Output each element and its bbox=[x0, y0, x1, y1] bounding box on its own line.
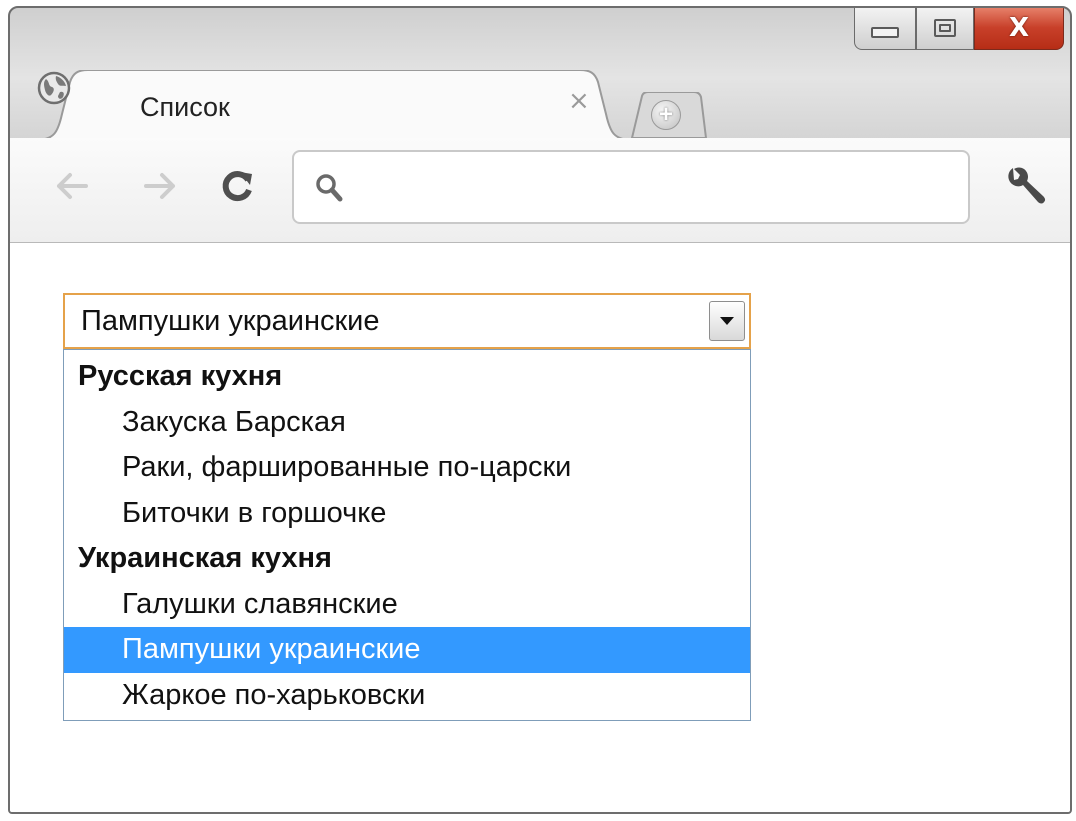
optgroup-label: Русская кухня bbox=[78, 360, 283, 392]
optgroup-label: Украинская кухня bbox=[78, 542, 332, 574]
back-arrow-icon bbox=[57, 173, 88, 199]
maximize-icon bbox=[934, 18, 956, 37]
window-controls: X bbox=[854, 8, 1064, 50]
dish-select[interactable]: Пампушки украинские bbox=[63, 293, 751, 349]
address-input[interactable] bbox=[356, 166, 950, 210]
page-content: Пампушки украинские Русская кухня Закуск… bbox=[10, 243, 1070, 812]
search-icon bbox=[316, 174, 343, 202]
select-current-value: Пампушки украинские bbox=[81, 305, 380, 337]
globe-icon bbox=[37, 71, 71, 105]
minimize-button[interactable] bbox=[854, 8, 916, 50]
back-button[interactable] bbox=[50, 164, 94, 208]
new-tab-button[interactable]: + bbox=[630, 91, 708, 139]
forward-arrow-icon bbox=[144, 173, 175, 199]
reload-icon bbox=[222, 171, 252, 202]
browser-window: X Список × + Пампушки украинские Русская… bbox=[8, 6, 1072, 814]
dropdown-arrow-button[interactable] bbox=[709, 301, 745, 341]
select-option[interactable]: Жаркое по-харьковски bbox=[64, 673, 750, 719]
maximize-button[interactable] bbox=[916, 8, 974, 50]
tab-active[interactable]: Список × bbox=[36, 70, 632, 140]
chevron-down-icon bbox=[720, 317, 734, 325]
forward-button[interactable] bbox=[138, 164, 182, 208]
select-option[interactable]: Галушки славянские bbox=[64, 582, 750, 628]
close-icon: X bbox=[1008, 12, 1030, 43]
wrench-icon bbox=[1008, 167, 1046, 204]
select-option-highlighted[interactable]: Пампушки украинские bbox=[64, 627, 750, 673]
select-option[interactable]: Биточки в горшочке bbox=[64, 491, 750, 537]
reload-button[interactable] bbox=[216, 164, 260, 208]
address-bar[interactable] bbox=[292, 150, 970, 224]
tab-close-icon[interactable]: × bbox=[568, 86, 590, 116]
tab-shape bbox=[36, 70, 632, 140]
select-dropdown-list: Русская кухня Закуска Барская Раки, фарш… bbox=[63, 349, 751, 721]
settings-menu-button[interactable] bbox=[1004, 164, 1048, 213]
browser-toolbar bbox=[10, 138, 1070, 243]
select-option[interactable]: Закуска Барская bbox=[64, 400, 750, 446]
plus-icon: + bbox=[651, 100, 681, 130]
select-option[interactable]: Раки, фаршированные по-царски bbox=[64, 445, 750, 491]
tab-title: Список bbox=[140, 92, 230, 122]
close-window-button[interactable]: X bbox=[974, 8, 1064, 50]
minimize-icon bbox=[871, 27, 899, 38]
